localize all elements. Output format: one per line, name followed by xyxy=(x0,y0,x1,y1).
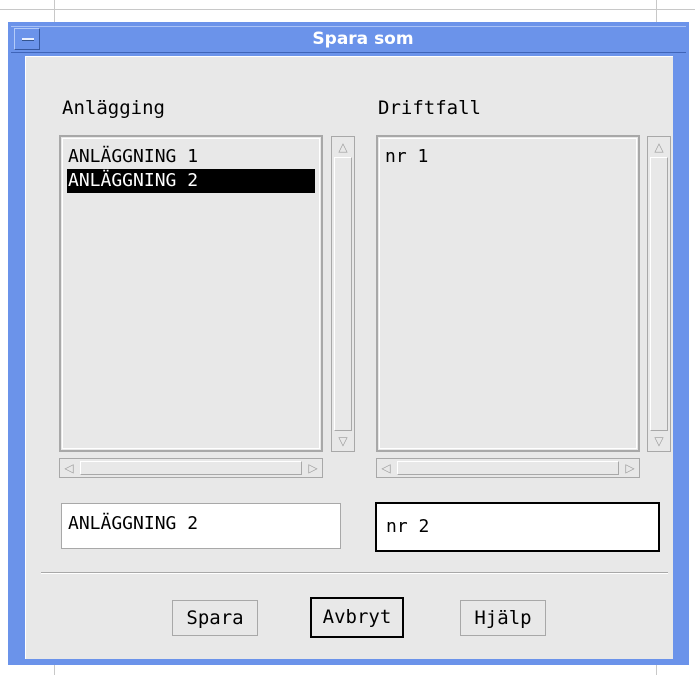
anlaggning-input[interactable]: ANLÄGGNING 2 xyxy=(61,503,341,549)
triangle-up-icon[interactable]: △ xyxy=(335,139,351,155)
window-menu-icon xyxy=(22,38,34,41)
triangle-up-icon[interactable]: △ xyxy=(651,139,667,155)
anlaggning-label: Anlägging xyxy=(62,97,165,119)
anlaggning-vscrollbar[interactable]: △ ▽ xyxy=(331,136,355,452)
frame-edge xyxy=(0,9,695,10)
triangle-left-icon[interactable]: ◁ xyxy=(378,460,394,476)
driftfall-vscrollbar[interactable]: △ ▽ xyxy=(647,136,671,452)
driftfall-label: Driftfall xyxy=(378,97,481,119)
window-title: Spara som xyxy=(312,29,414,49)
triangle-right-icon[interactable]: ▷ xyxy=(305,460,321,476)
list-item[interactable]: nr 1 xyxy=(384,145,428,169)
window-menu-button[interactable] xyxy=(14,28,40,50)
save-button[interactable]: Spara xyxy=(172,600,258,636)
list-item-selected[interactable]: ANLÄGGNING 2 xyxy=(67,169,315,193)
cancel-button[interactable]: Avbryt xyxy=(310,597,404,638)
separator xyxy=(41,572,668,574)
triangle-right-icon[interactable]: ▷ xyxy=(622,460,638,476)
list-item[interactable]: ANLÄGGNING 1 xyxy=(67,145,315,169)
triangle-down-icon[interactable]: ▽ xyxy=(651,433,667,449)
scroll-thumb[interactable] xyxy=(650,157,668,431)
anlaggning-hscrollbar[interactable]: ◁ ▷ xyxy=(59,458,323,478)
frame-edge xyxy=(54,665,55,675)
scroll-thumb[interactable] xyxy=(334,157,352,431)
anlaggning-list[interactable]: ANLÄGGNING 1 ANLÄGGNING 2 xyxy=(59,135,323,452)
help-button[interactable]: Hjälp xyxy=(460,600,546,636)
triangle-down-icon[interactable]: ▽ xyxy=(335,433,351,449)
scroll-thumb[interactable] xyxy=(397,461,619,475)
triangle-left-icon[interactable]: ◁ xyxy=(61,460,77,476)
frame-edge xyxy=(656,665,657,675)
driftfall-hscrollbar[interactable]: ◁ ▷ xyxy=(376,458,640,478)
frame-edge xyxy=(656,0,657,22)
driftfall-list[interactable]: nr 1 xyxy=(376,135,640,452)
scroll-thumb[interactable] xyxy=(80,461,302,475)
driftfall-input[interactable]: nr 2 xyxy=(375,502,660,552)
frame-edge xyxy=(54,0,55,22)
